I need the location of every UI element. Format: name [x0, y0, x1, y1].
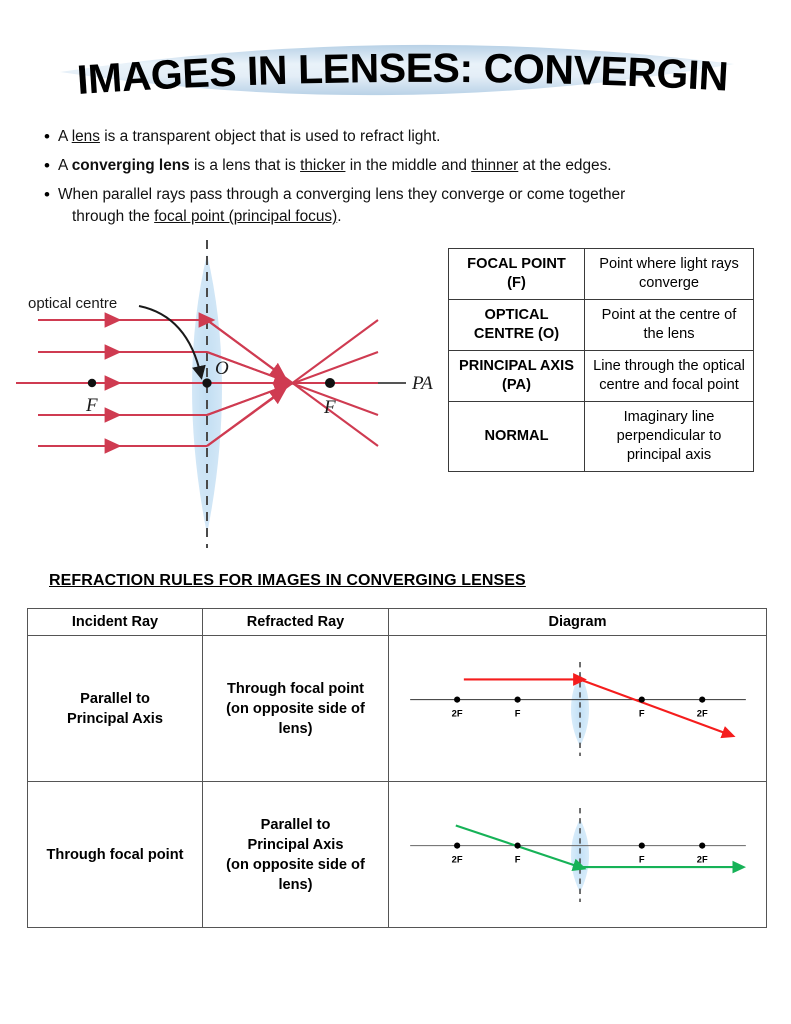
optical-centre-pointer-arrow — [138, 305, 206, 380]
point-f-right-dot — [638, 696, 645, 703]
focal-point-ray-refraction-diagram: 2F F F 2F — [388, 781, 767, 928]
table-row: Parallel to Principal Axis Through focal … — [27, 635, 767, 782]
rule-refracted-through-focal: Through focal point (on opposite side of l… — [202, 635, 389, 782]
definition-text: Imaginary line perpendicular to principa… — [584, 401, 754, 472]
bullet-marker: • — [44, 185, 50, 204]
point-2f-left-dot — [453, 842, 460, 849]
principal-axis-label: PA — [411, 373, 433, 394]
point-2f-right-dot — [698, 696, 705, 703]
point-label-2f-left: 2F — [451, 707, 462, 718]
point-label-2f-left: 2F — [451, 853, 462, 864]
definition-term: OPTICAL CENTRE (O) — [448, 299, 585, 351]
table-header-row: Incident Ray Refracted Ray Diagram — [27, 608, 767, 636]
optical-centre-point-label: O — [215, 358, 229, 379]
focal-point-left-label: F — [85, 395, 98, 416]
bullet-text-converging-lens: A converging lens is a lens that is thic… — [58, 157, 612, 174]
definition-term: NORMAL — [448, 401, 585, 472]
column-header-diagram: Diagram — [388, 608, 767, 636]
list-item: • A converging lens is a lens that is th… — [36, 155, 751, 177]
point-label-f-right: F — [638, 853, 644, 864]
table-row: PRINCIPAL AXIS (PA) Line through the opt… — [448, 350, 754, 402]
point-2f-right-dot — [698, 842, 705, 849]
point-f-left-dot — [513, 842, 521, 849]
definition-text: Line through the optical centre and foca… — [584, 350, 754, 402]
intro-bullet-list: • A lens is a transparent object that is… — [36, 126, 751, 235]
point-2f-left-dot — [453, 696, 460, 703]
focal-point-left-dot — [87, 378, 97, 388]
refraction-rules-table: Incident Ray Refracted Ray Diagram Paral… — [27, 608, 767, 928]
list-item: • When parallel rays pass through a conv… — [36, 184, 751, 228]
rule-refracted-parallel: Parallel to Principal Axis (on opposite si… — [202, 781, 389, 928]
definition-text: Point at the centre of the lens — [584, 299, 754, 351]
definition-term: FOCAL POINT (F) — [448, 248, 585, 300]
column-header-refracted-ray: Refracted Ray — [202, 608, 389, 636]
table-row: OPTICAL CENTRE (O) Point at the centre o… — [448, 299, 754, 351]
table-row: Through focal point Parallel to Principal… — [27, 781, 767, 928]
refracted-rays-group — [206, 319, 379, 447]
incident-rays-group — [16, 312, 216, 454]
bullet-text-lens-definition: A lens is a transparent object that is u… — [58, 128, 441, 145]
page-title-banner: IMAGES IN LENSES: CONVERGING LENSES — [0, 28, 791, 110]
point-f-right-dot — [638, 842, 645, 849]
table-row: NORMAL Imaginary line perpendicular to p… — [448, 401, 754, 472]
bullet-text-parallel-rays: When parallel rays pass through a conver… — [58, 186, 626, 225]
bullet-marker: • — [44, 156, 50, 175]
optical-centre-label: optical centre — [28, 295, 117, 312]
rule-incident-parallel: Parallel to Principal Axis — [27, 635, 203, 782]
point-label-f-left: F — [514, 853, 520, 864]
point-label-f-right: F — [638, 707, 644, 718]
list-item: • A lens is a transparent object that is… — [36, 126, 751, 148]
rule-incident-through-focal: Through focal point — [27, 781, 203, 928]
point-label-2f-right: 2F — [696, 853, 707, 864]
focal-point-right-dot — [325, 378, 335, 388]
definition-term: PRINCIPAL AXIS (PA) — [448, 350, 585, 402]
point-label-f-left: F — [514, 707, 520, 718]
parallel-ray-refraction-diagram: 2F F F 2F — [388, 635, 767, 782]
table-row: FOCAL POINT (F) Point where light rays c… — [448, 248, 754, 300]
optical-centre-dot — [202, 378, 212, 388]
focal-point-right-label: F — [323, 397, 336, 418]
refraction-rules-heading: REFRACTION RULES FOR IMAGES IN CONVERGIN… — [49, 572, 526, 589]
bullet-marker: • — [44, 127, 50, 146]
column-header-incident-ray: Incident Ray — [27, 608, 203, 636]
point-label-2f-right: 2F — [696, 707, 707, 718]
converging-lens-ray-diagram: optical centre O F F PA — [8, 238, 448, 550]
lens-definitions-table: FOCAL POINT (F) Point where light rays c… — [448, 248, 754, 472]
definition-text: Point where light rays converge — [584, 248, 754, 300]
point-f-left-dot — [513, 696, 521, 703]
